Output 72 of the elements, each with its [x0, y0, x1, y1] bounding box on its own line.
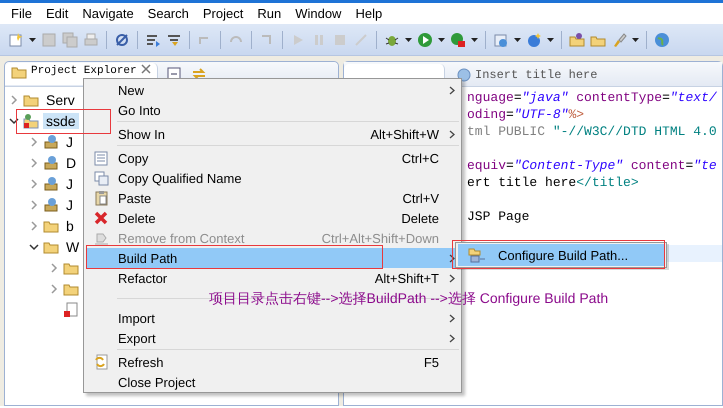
expand-chevron-icon[interactable]	[29, 200, 39, 210]
menu-item[interactable]: Window	[288, 6, 348, 21]
context-menu-item[interactable]: Delete Delete	[86, 208, 459, 228]
paste-icon	[94, 190, 108, 206]
skip-breakpoints-icon[interactable]	[114, 32, 130, 48]
collapse-chevron-icon[interactable]	[29, 242, 39, 252]
dropdown-caret-icon[interactable]	[547, 38, 554, 42]
brush-icon[interactable]	[611, 32, 627, 48]
tree-item[interactable]: ssde	[43, 112, 79, 128]
tree-item[interactable]: b	[63, 218, 77, 234]
copy-icon	[94, 170, 108, 186]
expand-chevron-icon[interactable]	[9, 94, 19, 104]
close-icon[interactable]	[140, 64, 151, 74]
delete-icon	[94, 211, 108, 225]
menu-item[interactable]: File	[4, 6, 39, 21]
refresh-icon	[94, 354, 108, 370]
annotation-text: 项目目录点击右键-->选择BuildPath -->选择 Configure Build Path	[209, 290, 608, 308]
dropdown-caret-icon[interactable]	[514, 38, 521, 42]
context-menu-item[interactable]: Refactor Alt+Shift+T	[86, 268, 459, 288]
new-class-icon[interactable]	[526, 32, 542, 48]
expand-chevron-icon[interactable]	[29, 136, 39, 146]
dropdown-caret-icon[interactable]	[29, 38, 36, 42]
dropdown-caret-icon[interactable]	[405, 38, 412, 42]
save-all-icon[interactable]	[62, 32, 78, 48]
code-line: equiv="Content-Type" content="te	[467, 157, 718, 174]
dropdown-caret-icon[interactable]	[438, 38, 445, 42]
code-line: JSP Page	[467, 208, 530, 225]
code-line: nguage="java" contentType="text/	[467, 89, 718, 106]
context-menu-item[interactable]: Export	[86, 328, 459, 348]
menu-item[interactable]: Search	[140, 6, 196, 21]
expand-chevron-icon[interactable]	[49, 262, 59, 272]
tree-item[interactable]: Serv	[43, 92, 78, 108]
context-menu-item[interactable]: Show In Alt+Shift+W	[86, 124, 459, 144]
project-icon	[23, 112, 39, 128]
run-icon[interactable]	[417, 32, 433, 48]
save-icon[interactable]	[41, 32, 57, 48]
menu-item[interactable]: Project	[196, 6, 250, 21]
tree-item[interactable]: J	[63, 196, 76, 212]
context-menu-item[interactable]: Paste Ctrl+V	[86, 188, 459, 208]
copy-icon	[94, 150, 108, 166]
file-icon	[63, 302, 79, 318]
menu-item[interactable]: Help	[348, 6, 390, 21]
code-line: oding="UTF-8"%>	[467, 106, 586, 123]
expand-chevron-icon[interactable]	[49, 284, 59, 294]
print-icon[interactable]	[83, 32, 99, 48]
context-menu-item[interactable]: Close Project	[86, 372, 459, 392]
code-line: ert title here</title>	[467, 174, 640, 191]
menu-item[interactable]: Edit	[38, 6, 76, 21]
expand-chevron-icon[interactable]	[29, 220, 39, 230]
globe-icon	[457, 68, 471, 82]
menu-item[interactable]: Run	[250, 6, 288, 21]
tree-item[interactable]: D	[63, 154, 80, 170]
expand-chevron-icon[interactable]	[29, 158, 39, 168]
context-menu-item[interactable]: Go Into	[86, 100, 459, 120]
context-menu-item[interactable]: Refresh F5	[86, 352, 459, 372]
submenu-item[interactable]: Configure Build Path...	[458, 244, 664, 266]
context-menu-item[interactable]: Import	[86, 308, 459, 328]
new-file-icon[interactable]	[8, 32, 24, 48]
context-menu-item[interactable]: Copy Qualified Name	[86, 168, 459, 188]
code-line: tml PUBLIC "-//W3C//DTD HTML 4.0	[467, 123, 718, 140]
breadcrumb[interactable]: Insert title here	[475, 68, 598, 82]
tree-item[interactable]: J	[63, 134, 76, 150]
dropdown-caret-icon[interactable]	[632, 38, 639, 42]
context-menu-item[interactable]: New	[86, 80, 459, 100]
dropdown-caret-icon[interactable]	[471, 38, 478, 42]
expand-chevron-icon[interactable]	[29, 178, 39, 188]
collapse-chevron-icon[interactable]	[9, 116, 19, 126]
tree-item[interactable]: J	[63, 176, 76, 192]
tree-item[interactable]: W	[63, 238, 82, 254]
menu-item[interactable]: Navigate	[75, 6, 141, 21]
globe-icon[interactable]	[654, 32, 670, 48]
context-menu-item[interactable]: Copy Ctrl+C	[86, 148, 459, 168]
